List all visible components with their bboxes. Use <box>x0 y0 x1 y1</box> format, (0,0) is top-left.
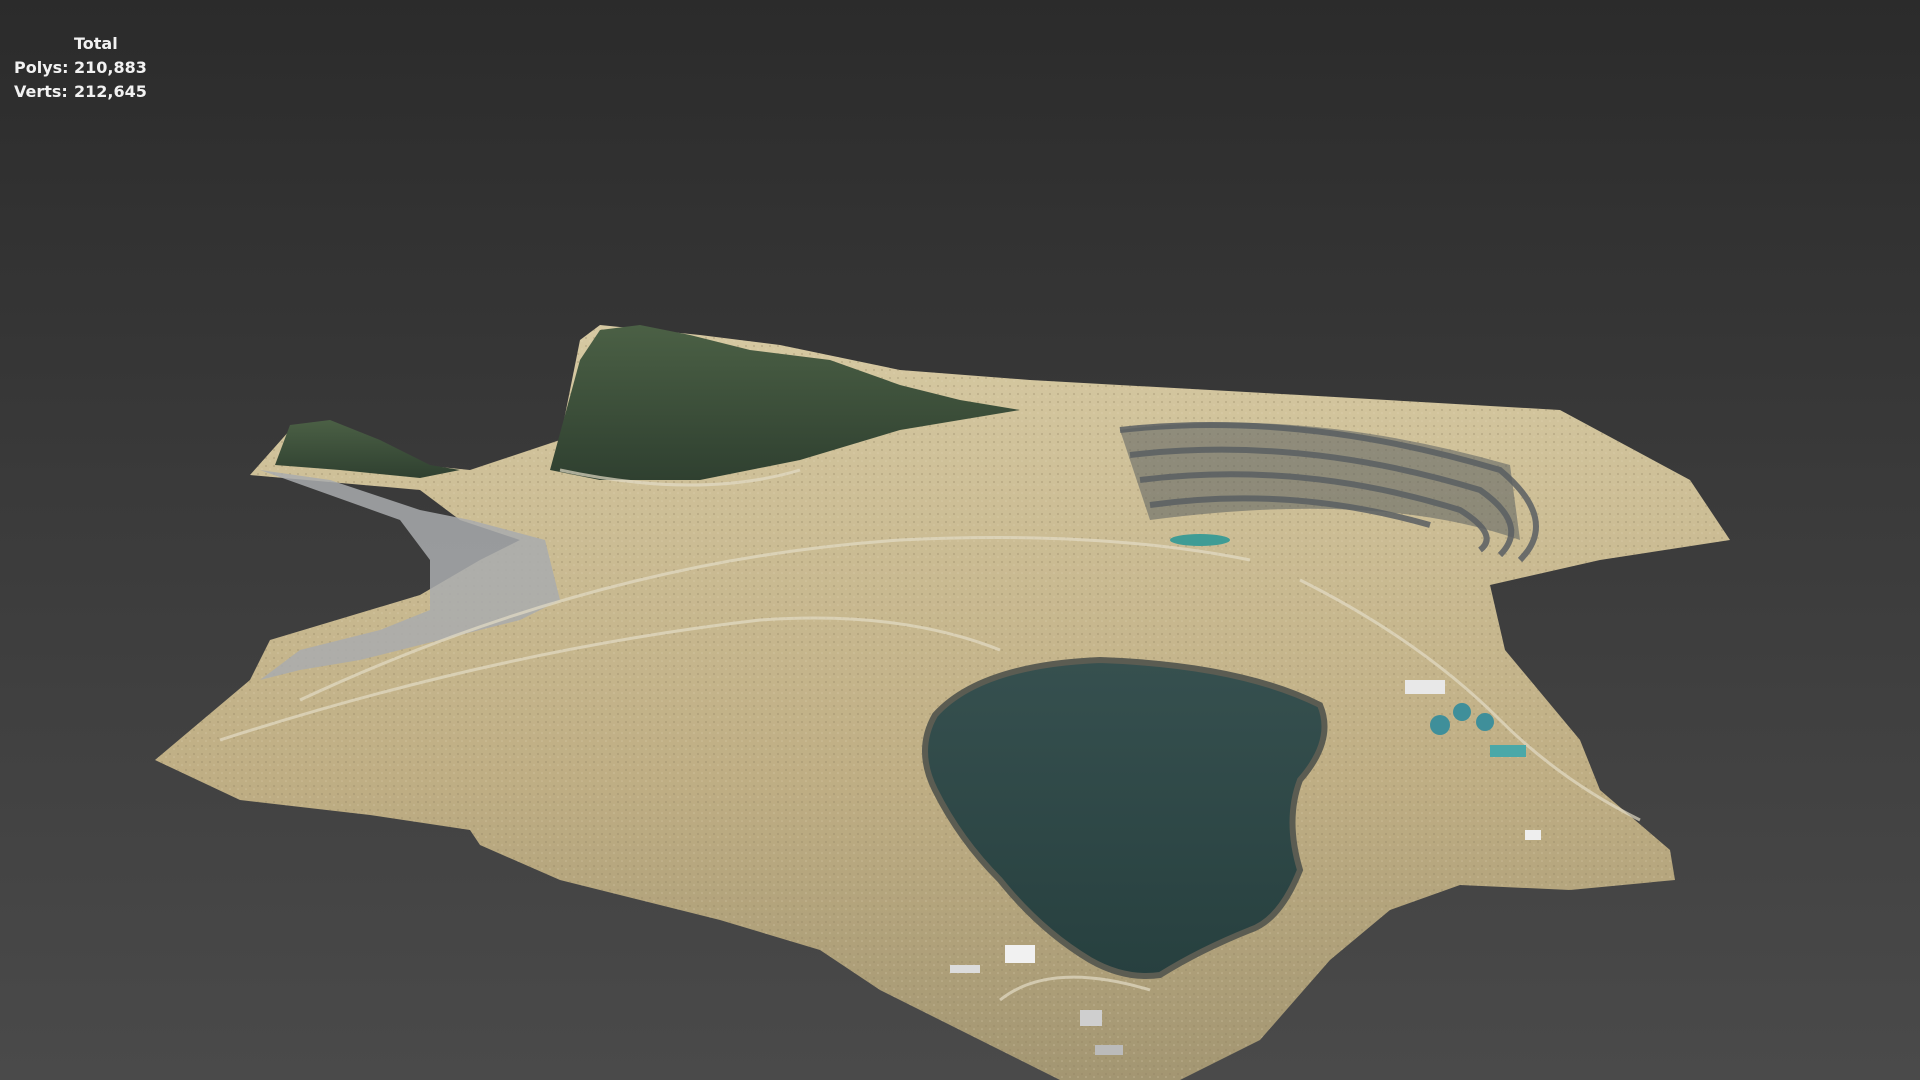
teal-pond <box>1170 534 1230 546</box>
terrain-model[interactable] <box>0 0 1920 1080</box>
3d-viewport[interactable]: Total Polys: 210,883 Verts: 212,645 <box>0 0 1920 1080</box>
terrain-texture <box>155 325 1730 1080</box>
